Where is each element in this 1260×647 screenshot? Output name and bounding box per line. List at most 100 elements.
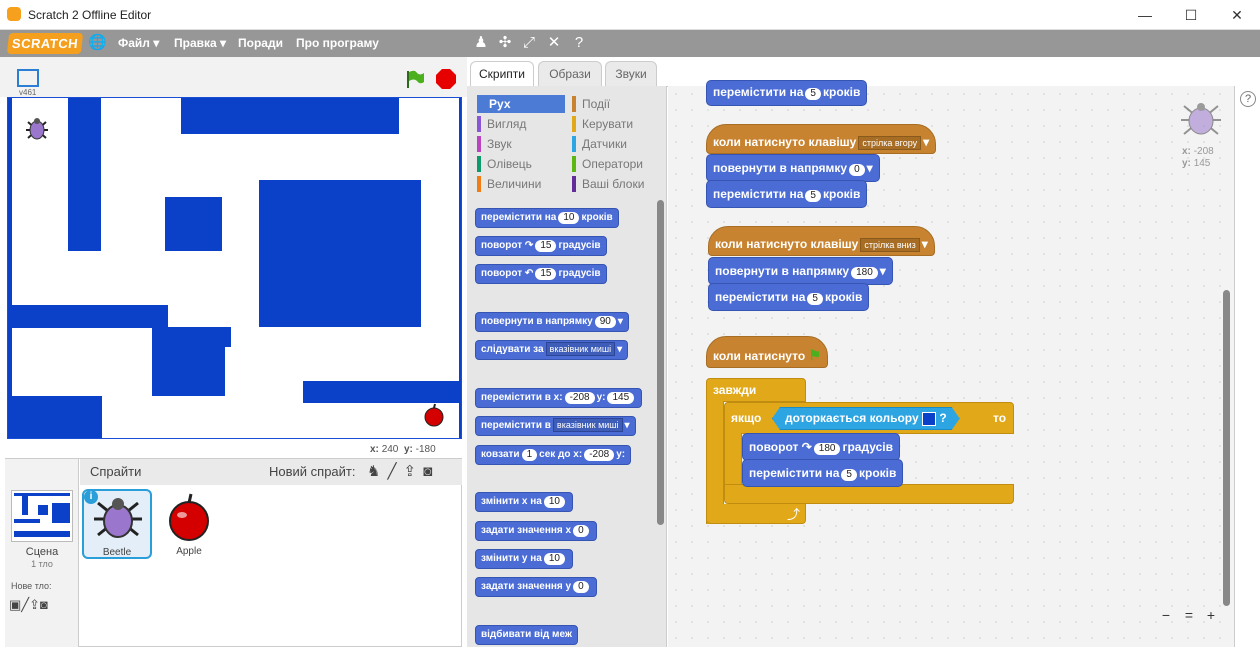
block-when-key-pressed[interactable]: коли натиснуто клавішу стрілка вгору ▾	[706, 124, 937, 154]
tab-costumes[interactable]: Образи	[538, 61, 602, 87]
stop-icon[interactable]	[436, 69, 456, 89]
menu-tips[interactable]: Поради	[238, 36, 283, 50]
category-operators[interactable]: Оператори	[572, 155, 660, 173]
block-move-steps[interactable]: перемістити на 5 кроків	[708, 283, 870, 311]
block-turn-right[interactable]: поворот ↷ 180 градусів	[742, 433, 900, 461]
scratch-logo[interactable]: SCRATCH	[6, 33, 84, 54]
image-icon[interactable]: ▣	[9, 597, 21, 612]
category-pen[interactable]: Олівець	[477, 155, 565, 173]
palette-scrollbar[interactable]	[657, 200, 664, 525]
new-sprite-label: Новий спрайт:	[269, 464, 356, 479]
apple-sprite[interactable]	[422, 403, 446, 427]
paint-brush-icon[interactable]: ╱	[387, 463, 403, 480]
block-change-x[interactable]: змінити х на 10	[475, 492, 573, 512]
maze-wall	[303, 381, 461, 403]
category-more-blocks[interactable]: Ваші блоки	[572, 175, 660, 193]
forever-bottom: ⤴	[706, 504, 806, 524]
maximize-button[interactable]: ☐	[1168, 0, 1214, 30]
script-area[interactable]: перемістити на 5 кроків коли натиснуто кла…	[668, 80, 1234, 647]
block-change-y[interactable]: змінити у на 10	[475, 549, 573, 569]
block-go-to[interactable]: перемістити в вказівник миші ▾	[475, 416, 636, 436]
menu-about[interactable]: Про програму	[296, 36, 379, 50]
block-point-direction[interactable]: повернути в напрямку 90 ▾	[475, 312, 629, 332]
category-sound[interactable]: Звук	[477, 135, 565, 153]
category-events[interactable]: Події	[572, 95, 660, 113]
maze-wall	[8, 305, 168, 328]
if-bottom	[724, 484, 1014, 504]
backdrop-count: 1 тло	[31, 559, 53, 569]
upload-icon[interactable]: ⇪	[403, 463, 423, 480]
block-if[interactable]: якщо доторкається кольору ? то	[724, 402, 1014, 434]
zoom-in-icon[interactable]: +	[1202, 606, 1220, 624]
new-sprite-tools: ♞╱⇪◙	[367, 462, 439, 480]
chevron-down-icon: ▾	[617, 344, 623, 355]
block-bounce[interactable]: відбивати від меж	[475, 625, 578, 645]
help-icon[interactable]: ?	[570, 34, 588, 52]
chevron-down-icon: ▾	[921, 237, 928, 251]
sensing-touching-color[interactable]: доторкається кольору ?	[772, 407, 960, 430]
duplicate-icon[interactable]: ♟	[472, 34, 490, 52]
chevron-down-icon: ▾	[617, 316, 623, 327]
grow-icon[interactable]: ⤢	[520, 34, 538, 52]
globe-icon[interactable]: 🌐	[88, 34, 107, 52]
maze-wall	[8, 396, 102, 438]
sprite-position: x: -208 y: 145	[1182, 146, 1214, 169]
block-forever[interactable]: завжди	[706, 378, 806, 402]
rotate-right-icon: ↷	[524, 240, 534, 251]
block-point-towards[interactable]: слідувати за вказівник миші ▾	[475, 340, 629, 360]
stage-thumbnail[interactable]	[11, 490, 73, 542]
delete-icon[interactable]: ✣	[496, 34, 514, 52]
camera-icon[interactable]: ◙	[40, 597, 48, 612]
sprite-library-icon[interactable]: ♞	[367, 463, 387, 480]
block-set-y[interactable]: задати значення у0	[475, 577, 597, 597]
upload-icon[interactable]: ⇪	[29, 597, 40, 612]
menu-file[interactable]: Файл ▾	[118, 36, 159, 50]
tab-scripts[interactable]: Скрипти	[470, 61, 534, 87]
green-flag-icon[interactable]	[405, 69, 425, 89]
beetle-sprite[interactable]	[22, 114, 52, 144]
presentation-mode-icon[interactable]	[17, 69, 39, 87]
apple-thumbnail	[169, 493, 209, 541]
block-when-flag-clicked[interactable]: коли натиснуто ⚑	[706, 336, 829, 368]
block-move-steps[interactable]: перемістити на 5 кроків	[706, 80, 868, 106]
block-turn-right[interactable]: поворот ↷ 15 градусів	[475, 236, 607, 256]
block-glide[interactable]: ковзати 1 сек до x: -208 y:	[475, 445, 632, 465]
shrink-icon[interactable]: ✕	[545, 34, 563, 52]
block-go-to-xy[interactable]: перемістити в x: -208 y: 145	[475, 388, 643, 408]
zoom-reset-icon[interactable]: =	[1180, 606, 1198, 624]
sprite-tile-apple[interactable]: Apple	[154, 489, 224, 559]
category-sensing[interactable]: Датчики	[572, 135, 660, 153]
block-point-direction[interactable]: повернути в напрямку 180 ▾	[708, 257, 893, 285]
category-looks[interactable]: Вигляд	[477, 115, 565, 133]
green-flag-icon: ⚑	[808, 347, 822, 363]
minimize-button[interactable]: —	[1122, 0, 1168, 30]
help-icon[interactable]: ?	[1240, 91, 1256, 107]
sprites-title: Спрайти	[90, 464, 142, 479]
category-data[interactable]: Величини	[477, 175, 565, 193]
sprite-name: Apple	[176, 546, 202, 557]
chevron-down-icon: ▾	[624, 420, 630, 431]
script-scrollbar[interactable]	[1223, 290, 1230, 606]
category-control[interactable]: Керувати	[572, 115, 660, 133]
loop-arrow-icon: ⤴	[787, 507, 801, 522]
close-button[interactable]: ✕	[1214, 0, 1260, 30]
paint-brush-icon[interactable]: ╱	[21, 597, 29, 612]
sprite-tile-beetle[interactable]: i Beetle	[82, 489, 152, 559]
block-when-key-pressed[interactable]: коли натиснуто клавішу стрілка вниз ▾	[708, 226, 935, 256]
block-turn-left[interactable]: поворот ↶ 15 градусів	[475, 264, 607, 284]
block-move-steps[interactable]: перемістити на 5 кроків	[742, 459, 904, 487]
block-point-direction[interactable]: повернути в напрямку 0 ▾	[706, 154, 880, 182]
tab-sounds[interactable]: Звуки	[605, 61, 657, 87]
category-motion[interactable]: Рух	[477, 95, 565, 113]
color-swatch[interactable]	[922, 412, 936, 426]
maze-wall	[459, 98, 461, 438]
zoom-out-icon[interactable]: −	[1157, 606, 1175, 624]
stage[interactable]	[7, 97, 462, 439]
camera-icon[interactable]: ◙	[423, 463, 439, 480]
block-move-steps[interactable]: перемістити на 5 кроків	[706, 180, 868, 208]
block-set-x[interactable]: задати значення х0	[475, 521, 597, 541]
rotate-left-icon: ↶	[524, 268, 534, 279]
chevron-down-icon: ▾	[866, 161, 873, 175]
block-move-steps[interactable]: перемістити на 10 кроків	[475, 208, 619, 228]
menu-edit[interactable]: Правка ▾	[174, 36, 226, 50]
